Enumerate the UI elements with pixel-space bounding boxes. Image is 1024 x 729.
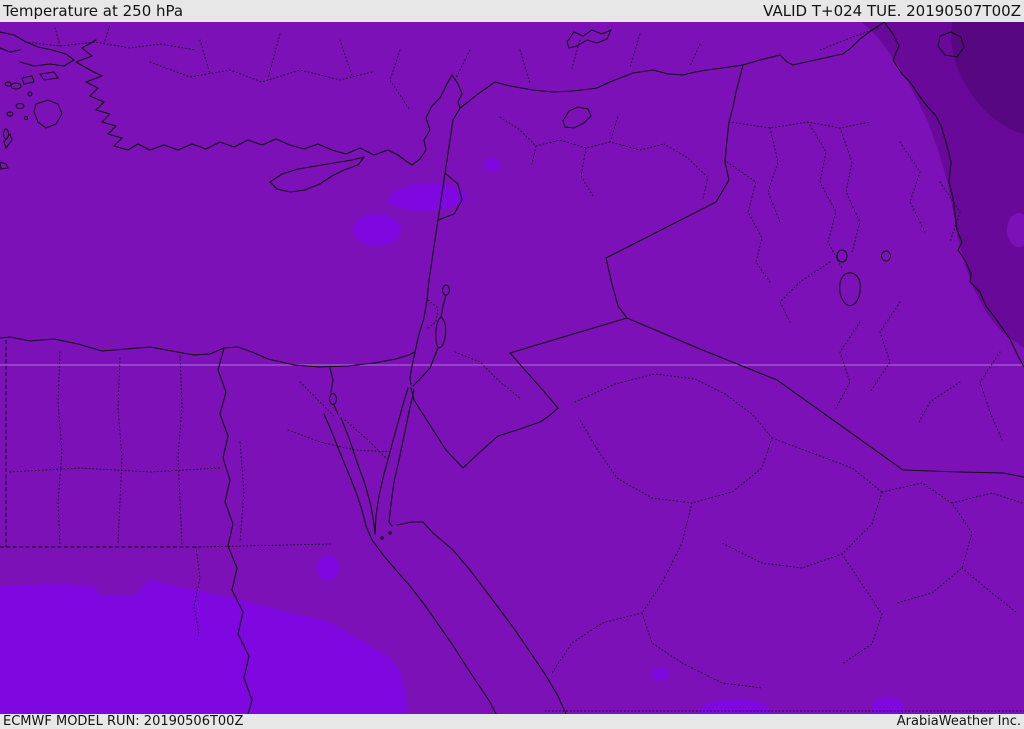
header-bar: Temperature at 250 hPa VALID T+024 TUE. … (0, 0, 1024, 22)
temperature-shading-layer (0, 22, 1024, 714)
page-title: Temperature at 250 hPa (3, 1, 184, 20)
valid-time-label: VALID T+024 TUE. 20190507T00Z (763, 1, 1021, 20)
map-canvas (0, 22, 1024, 714)
weather-map (0, 22, 1024, 714)
footer-bar: ECMWF MODEL RUN: 20190506T00Z ArabiaWeat… (0, 714, 1024, 729)
weather-map-viewer: Temperature at 250 hPa VALID T+024 TUE. … (0, 0, 1024, 729)
credit-label: ArabiaWeather Inc. (896, 714, 1021, 729)
model-run-label: ECMWF MODEL RUN: 20190506T00Z (3, 714, 244, 729)
